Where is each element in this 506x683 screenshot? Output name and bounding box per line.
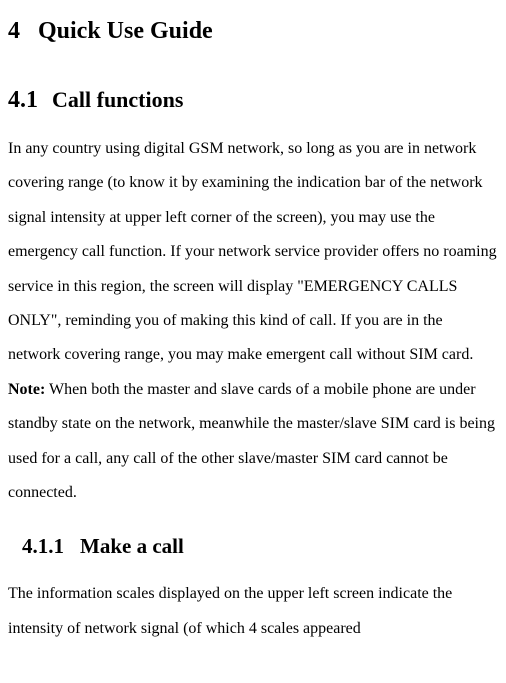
chapter-heading: 4 Quick Use Guide: [8, 18, 498, 45]
section-note: Note: When both the master and slave car…: [8, 373, 498, 511]
section-number: 4.1: [8, 87, 38, 114]
subsection-paragraph: The information scales displayed on the …: [8, 577, 498, 646]
section-paragraph: In any country using digital GSM network…: [8, 132, 498, 373]
subsection-number: 4.1.1: [22, 534, 64, 559]
subsection-heading: 4.1.1 Make a call: [22, 534, 498, 559]
subsection-title: Make a call: [80, 534, 184, 558]
note-label: Note:: [8, 381, 45, 398]
section-title: Call functions: [52, 87, 183, 112]
chapter-title: Quick Use Guide: [38, 18, 213, 44]
note-text: When both the master and slave cards of …: [8, 381, 495, 501]
chapter-number: 4: [8, 18, 20, 45]
section-heading: 4.1 Call functions: [8, 87, 498, 114]
